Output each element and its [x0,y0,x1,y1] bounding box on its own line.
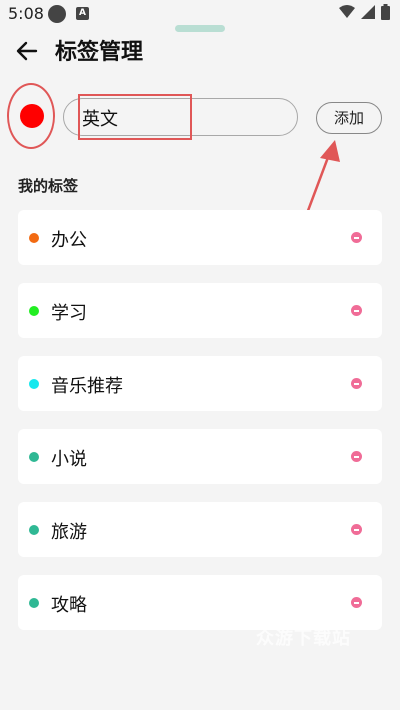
tag-label: 小说 [51,449,87,470]
remove-tag-icon[interactable] [351,232,362,243]
tag-label: 音乐推荐 [51,376,123,397]
remove-tag-icon[interactable] [351,378,362,389]
status-bar: 5:08 A [0,0,400,28]
tag-label: 学习 [51,303,87,324]
battery-icon [381,4,390,20]
tag-list-item[interactable]: 攻略 [18,575,382,630]
back-arrow-icon[interactable] [14,38,40,64]
tag-color-dot-icon [29,525,39,535]
tag-label: 攻略 [51,595,87,616]
color-picker-button[interactable] [20,104,44,128]
drag-handle [175,25,225,32]
status-icons [339,4,390,20]
status-time: 5:08 [8,4,44,23]
signal-icon [361,5,375,19]
remove-tag-icon[interactable] [351,305,362,316]
tag-list-item[interactable]: 学习 [18,283,382,338]
section-title: 我的标签 [18,177,79,195]
tag-label: 办公 [51,230,87,251]
remove-tag-icon[interactable] [351,524,362,535]
tag-color-dot-icon [29,379,39,389]
watermark: 众游下载站 [256,628,351,649]
page-title: 标签管理 [55,40,144,65]
add-button[interactable]: 添加 [316,102,382,134]
tag-list-item[interactable]: 办公 [18,210,382,265]
notification-icon [48,5,66,23]
header: 标签管理 [0,33,400,69]
remove-tag-icon[interactable] [351,451,362,462]
tag-list-item[interactable]: 音乐推荐 [18,356,382,411]
tag-label: 旅游 [51,522,87,543]
tag-color-dot-icon [29,233,39,243]
remove-tag-icon[interactable] [351,597,362,608]
wifi-icon [339,5,355,18]
tag-color-dot-icon [29,452,39,462]
tag-list-item[interactable]: 小说 [18,429,382,484]
app-badge-icon: A [76,7,89,20]
input-highlight-annotation [78,94,192,140]
tag-color-dot-icon [29,598,39,608]
tag-color-dot-icon [29,306,39,316]
tag-list-item[interactable]: 旅游 [18,502,382,557]
